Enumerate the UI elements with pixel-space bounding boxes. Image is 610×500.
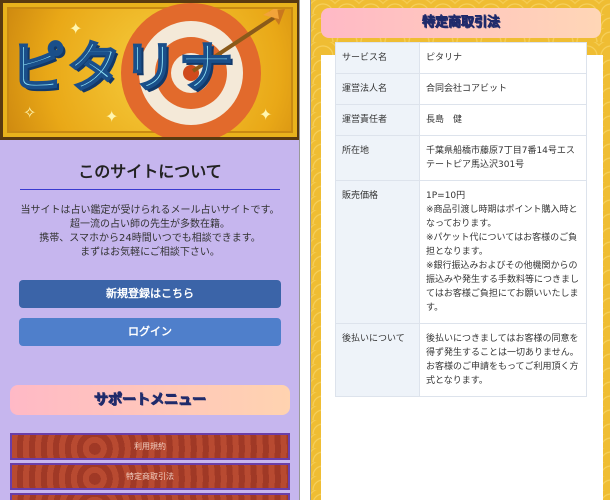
- price-details: 1P=10円 ※商品引渡し時期はポイント購入時となっております。 ※パケット代に…: [419, 180, 587, 324]
- postpay-details: 後払いにつきましてはお客様の同意を得ず発生することは一切ありません。 お客様のご…: [419, 323, 587, 397]
- sparkle-icon: ✧: [23, 103, 37, 122]
- sparkle-icon: ✦: [259, 105, 273, 124]
- table-row: 後払いについて 後払いにつきましてはお客様の同意を得ず発生することは一切ありませ…: [335, 323, 587, 397]
- price-line: 1P=10円: [426, 191, 466, 201]
- row-key: 運営法人名: [335, 73, 420, 105]
- row-value: 長島 健: [419, 104, 587, 136]
- about-divider: [20, 189, 280, 190]
- about-line: 携帯、スマホから24時間いつでも相談できます。: [39, 233, 261, 244]
- legal-page-title: 特定商取引法: [321, 8, 601, 38]
- price-line: ※商品引渡し時期はポイント購入時となっております。: [426, 205, 578, 229]
- row-key: 後払いについて: [335, 323, 420, 397]
- table-row: 販売価格 1P=10円 ※商品引渡し時期はポイント購入時となっております。 ※パ…: [335, 180, 587, 324]
- menu-item-label: 利用規約: [134, 442, 166, 451]
- table-row: 運営責任者 長島 健: [335, 104, 587, 136]
- menu-item-commercial-law[interactable]: 特定商取引法: [10, 463, 290, 490]
- table-row: サービス名 ピタリナ: [335, 42, 587, 74]
- about-line: 超一流の占い師の先生が多数在籍。: [70, 219, 230, 230]
- right-screen: 特定商取引法 サービス名 ピタリナ 運営法人名 合同会社コアビット 運営責任者 …: [310, 0, 610, 500]
- about-line: まずはお気軽にご相談下さい。: [80, 247, 220, 258]
- row-value: 合同会社コアビット: [419, 73, 587, 105]
- postpay-line: お客様のご申請をもってご利用頂く方式となります。: [426, 362, 579, 386]
- support-menu-header: サポートメニュー: [10, 385, 290, 415]
- row-key: 所在地: [335, 135, 420, 181]
- row-value: ピタリナ: [419, 42, 587, 74]
- price-line: ※パケット代についてはお客様のご負担となります。: [426, 233, 578, 257]
- row-key: 運営責任者: [335, 104, 420, 136]
- menu-item-more[interactable]: [10, 493, 290, 500]
- menu-item-label: 特定商取引法: [126, 472, 174, 481]
- register-button[interactable]: 新規登録はこちら: [19, 280, 281, 308]
- legal-info-table: サービス名 ピタリナ 運営法人名 合同会社コアビット 運営責任者 長島 健 所在…: [335, 42, 587, 397]
- menu-item-terms[interactable]: 利用規約: [10, 433, 290, 460]
- table-row: 所在地 千葉県船橋市藤原7丁目7番14号エステートピア馬込沢301号: [335, 135, 587, 181]
- site-logo: ピタリナ: [10, 35, 235, 100]
- left-screen: ✦ ✦ ✦ ✧ ピタリナ このサイトについて 当サイトは占い鑑定が受けられるメー…: [0, 0, 300, 500]
- about-line: 当サイトは占い鑑定が受けられるメール占いサイトです。: [20, 205, 280, 216]
- site-banner: ✦ ✦ ✦ ✧ ピタリナ: [0, 0, 299, 140]
- row-value: 千葉県船橋市藤原7丁目7番14号エステートピア馬込沢301号: [419, 135, 587, 181]
- sparkle-icon: ✦: [105, 107, 119, 126]
- postpay-line: 後払いにつきましてはお客様の同意を得ず発生することは一切ありません。: [426, 334, 579, 358]
- row-key: サービス名: [335, 42, 420, 74]
- about-title: このサイトについて: [78, 162, 222, 181]
- table-row: 運営法人名 合同会社コアビット: [335, 73, 587, 105]
- row-key: 販売価格: [335, 180, 420, 324]
- price-line: ※銀行振込みおよびその他機関からの振込みや発生する手数料等につきましてはお客様ご…: [426, 261, 580, 313]
- login-button[interactable]: ログイン: [19, 318, 281, 346]
- about-description: 当サイトは占い鑑定が受けられるメール占いサイトです。 超一流の占い師の先生が多数…: [14, 204, 286, 260]
